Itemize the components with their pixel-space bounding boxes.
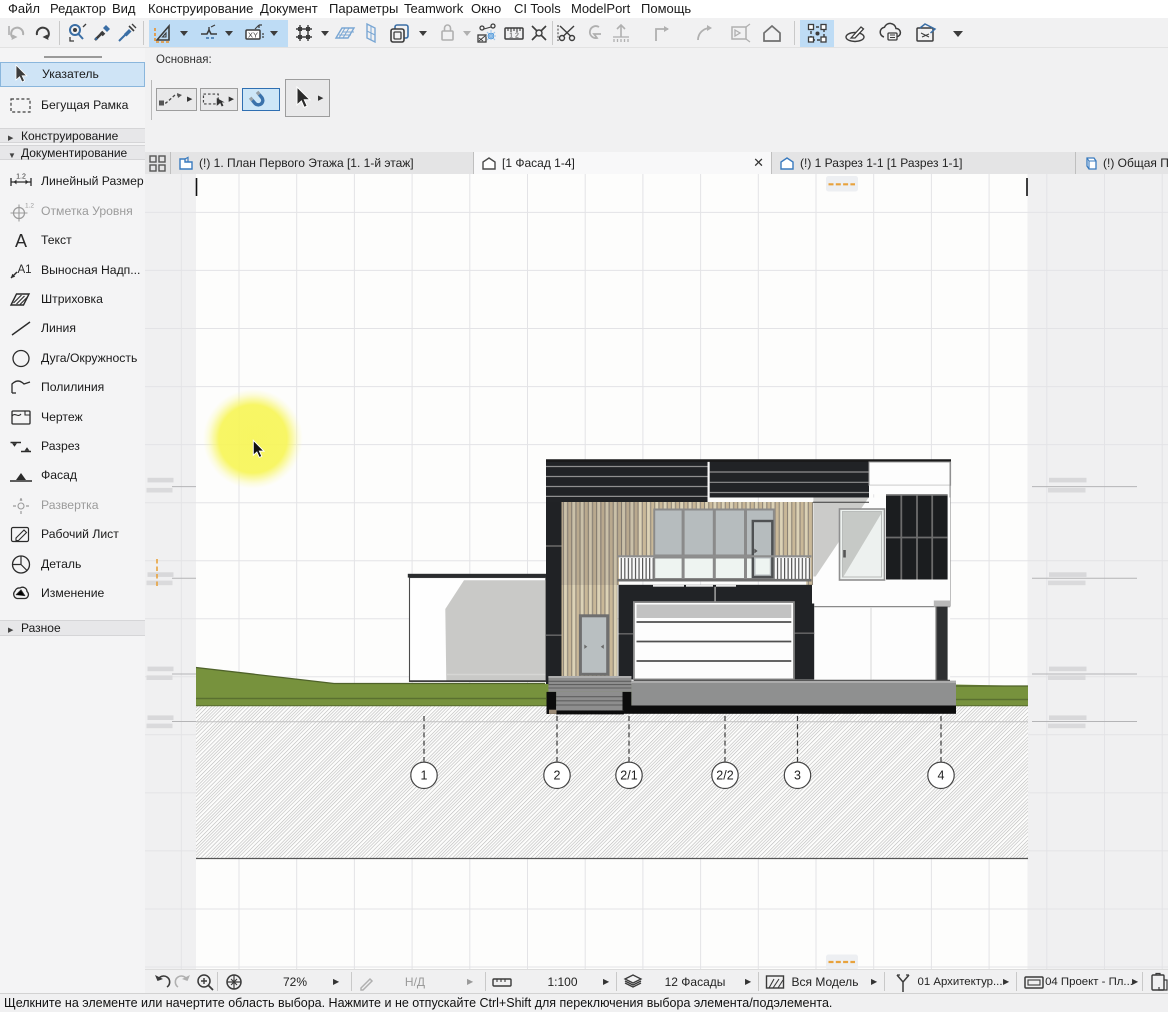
- svg-text:4: 4: [938, 769, 945, 783]
- svg-text:A1: A1: [17, 264, 31, 276]
- svg-text:1: 1: [421, 769, 428, 783]
- svg-text:3: 3: [794, 769, 801, 783]
- svg-text:1.2: 1.2: [16, 174, 26, 181]
- svg-text:1.2: 1.2: [25, 202, 34, 209]
- svg-text:2/1: 2/1: [620, 769, 637, 783]
- svg-text:1 2: 1 2: [509, 33, 519, 40]
- svg-text:2/2: 2/2: [716, 769, 733, 783]
- svg-text:XY: XY: [248, 31, 258, 40]
- svg-text:2: 2: [554, 769, 561, 783]
- svg-text:A: A: [15, 231, 27, 251]
